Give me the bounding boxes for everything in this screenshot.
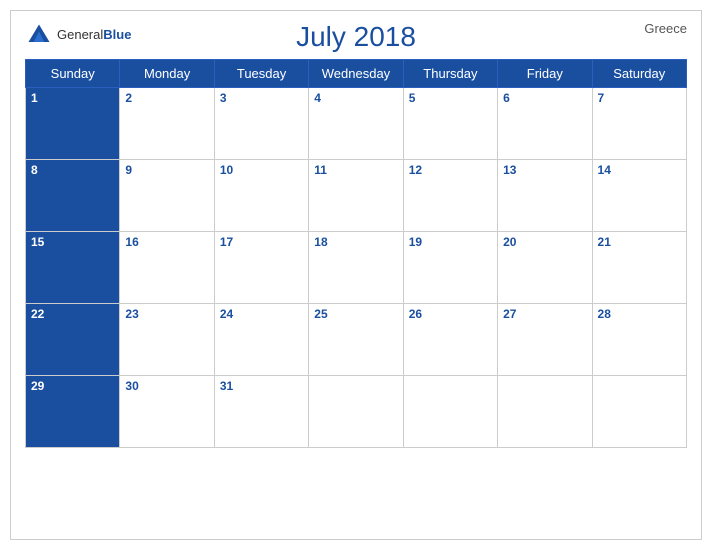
day-number: 4 [314, 91, 397, 105]
header-saturday: Saturday [592, 60, 686, 88]
header-thursday: Thursday [403, 60, 497, 88]
calendar-header: GeneralBlue July 2018 Greece [25, 21, 687, 53]
day-number: 9 [125, 163, 208, 177]
day-cell: 14 [592, 160, 686, 232]
day-cell: 2 [120, 88, 214, 160]
logo-general: General [57, 27, 103, 42]
week-row-2: 89 10 11 12 13 14 [26, 160, 687, 232]
day-cell: 8 [26, 160, 120, 232]
day-cell: 9 [120, 160, 214, 232]
logo-area: GeneralBlue [25, 21, 131, 49]
day-number: 19 [409, 235, 492, 249]
day-number: 5 [409, 91, 492, 105]
day-cell: 3 [214, 88, 308, 160]
day-number: 2 [125, 91, 208, 105]
day-cell: 23 [120, 304, 214, 376]
day-number: 26 [409, 307, 492, 321]
logo-text: GeneralBlue [57, 26, 131, 44]
day-number: 17 [220, 235, 303, 249]
day-cell: 11 [309, 160, 403, 232]
day-number: 29 [31, 379, 114, 393]
day-number: 11 [314, 163, 397, 177]
day-number: 6 [503, 91, 586, 105]
week-row-3: 15 16 17 18 19 20 21 [26, 232, 687, 304]
day-number: 31 [220, 379, 303, 393]
calendar-title: July 2018 [296, 21, 416, 53]
header-tuesday: Tuesday [214, 60, 308, 88]
day-cell: 10 [214, 160, 308, 232]
day-number: 27 [503, 307, 586, 321]
day-number: 15 [31, 235, 114, 249]
day-number: 23 [125, 307, 208, 321]
day-cell: 27 [498, 304, 592, 376]
calendar-container: GeneralBlue July 2018 Greece Sunday Mond… [10, 10, 702, 540]
header-wednesday: Wednesday [309, 60, 403, 88]
calendar-table: Sunday Monday Tuesday Wednesday Thursday… [25, 59, 687, 448]
day-number: 28 [598, 307, 681, 321]
day-number: 20 [503, 235, 586, 249]
day-cell: 21 [592, 232, 686, 304]
week-row-4: 22 23 24 25 26 27 28 [26, 304, 687, 376]
day-number: 22 [31, 307, 114, 321]
day-cell [498, 376, 592, 448]
day-cell: 28 [592, 304, 686, 376]
header-monday: Monday [120, 60, 214, 88]
header-sunday: Sunday [26, 60, 120, 88]
day-cell: 22 [26, 304, 120, 376]
day-number: 3 [220, 91, 303, 105]
day-number: 30 [125, 379, 208, 393]
day-number: 21 [598, 235, 681, 249]
day-cell: 17 [214, 232, 308, 304]
week-row-1: 1234567 [26, 88, 687, 160]
day-cell [403, 376, 497, 448]
day-number: 14 [598, 163, 681, 177]
header-friday: Friday [498, 60, 592, 88]
day-cell: 13 [498, 160, 592, 232]
week-row-5: 29 30 31 [26, 376, 687, 448]
day-number: 13 [503, 163, 586, 177]
country-label: Greece [644, 21, 687, 36]
day-cell: 30 [120, 376, 214, 448]
day-cell: 29 [26, 376, 120, 448]
day-number: 1 [31, 91, 114, 105]
day-cell: 25 [309, 304, 403, 376]
day-number: 8 [31, 163, 114, 177]
day-number: 16 [125, 235, 208, 249]
day-cell: 7 [592, 88, 686, 160]
day-cell: 1 [26, 88, 120, 160]
day-cell: 12 [403, 160, 497, 232]
day-cell: 4 [309, 88, 403, 160]
day-cell [592, 376, 686, 448]
logo-blue: Blue [103, 27, 131, 42]
day-number: 10 [220, 163, 303, 177]
day-cell: 26 [403, 304, 497, 376]
generalblue-logo-icon [25, 21, 53, 49]
day-cell: 19 [403, 232, 497, 304]
day-cell: 31 [214, 376, 308, 448]
day-cell: 20 [498, 232, 592, 304]
day-number: 25 [314, 307, 397, 321]
day-cell: 5 [403, 88, 497, 160]
day-number: 12 [409, 163, 492, 177]
day-cell: 16 [120, 232, 214, 304]
day-cell [309, 376, 403, 448]
day-cell: 18 [309, 232, 403, 304]
day-cell: 15 [26, 232, 120, 304]
day-number: 7 [598, 91, 681, 105]
day-number: 24 [220, 307, 303, 321]
weekday-header-row: Sunday Monday Tuesday Wednesday Thursday… [26, 60, 687, 88]
day-cell: 24 [214, 304, 308, 376]
day-number: 18 [314, 235, 397, 249]
day-cell: 6 [498, 88, 592, 160]
